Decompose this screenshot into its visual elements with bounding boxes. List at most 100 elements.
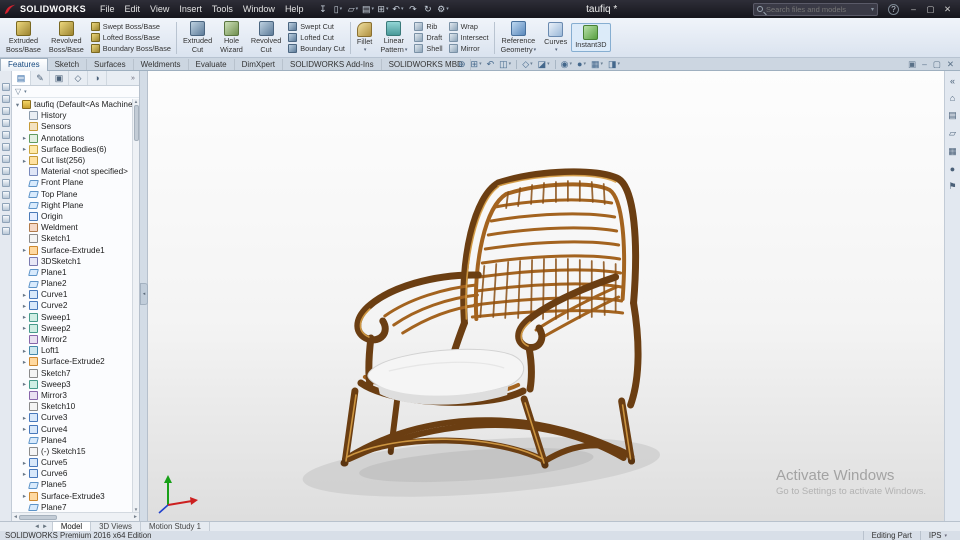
left-toolbar-icon[interactable] xyxy=(1,143,10,151)
tab-solidworks-add-ins[interactable]: SOLIDWORKS Add-Ins xyxy=(283,59,382,70)
taskpane-collapse-icon[interactable]: « xyxy=(950,76,955,86)
expand-caret-icon[interactable]: ▸ xyxy=(20,492,29,500)
extruded-cut-button[interactable]: Extruded Cut xyxy=(179,19,216,57)
filter-dropdown-icon[interactable]: ▾ xyxy=(24,89,27,95)
undo-icon[interactable]: ↶ ▾ xyxy=(390,4,405,15)
appearances-scenes-icon[interactable]: ● xyxy=(950,164,955,174)
hide-show-items-icon[interactable]: ◉ ▾ xyxy=(561,59,572,70)
scrollbar-thumb[interactable] xyxy=(18,514,57,520)
dimxpertmanager-tab[interactable]: ◇ xyxy=(69,71,88,85)
panel-collapse-icon[interactable]: ◂ xyxy=(140,282,148,305)
help-icon[interactable]: ? xyxy=(888,3,899,15)
left-toolbar-icon[interactable] xyxy=(1,119,10,127)
tree-item[interactable]: Mirror3 xyxy=(13,390,139,401)
tree-item[interactable]: Plane5 xyxy=(13,479,139,490)
tree-item[interactable]: ▸ Sweep2 xyxy=(13,323,139,334)
tree-item[interactable]: Mirror2 xyxy=(13,334,139,345)
left-toolbar-icon[interactable] xyxy=(1,83,10,91)
menu-item[interactable]: Tools xyxy=(207,4,238,14)
dropdown-arrow-icon[interactable]: ▾ xyxy=(364,47,367,53)
tree-item[interactable]: ▸ Sweep1 xyxy=(13,312,139,323)
tree-item[interactable]: History xyxy=(13,110,139,121)
tab-weldments[interactable]: Weldments xyxy=(134,59,189,70)
tree-item[interactable]: Sketch1 xyxy=(13,233,139,244)
scroll-left-icon[interactable]: ◄ xyxy=(13,514,18,520)
expand-caret-icon[interactable]: ▸ xyxy=(20,291,29,299)
shell-button[interactable]: Shell xyxy=(414,44,443,53)
open-icon[interactable]: ▱ ▾ xyxy=(345,4,360,15)
minimize-button[interactable]: ‒ xyxy=(905,4,922,15)
left-toolbar-icon[interactable] xyxy=(1,203,10,211)
file-explorer-icon[interactable]: ▱ xyxy=(949,128,956,139)
tree-item[interactable]: ▸ Loft1 xyxy=(13,345,139,356)
lofted-boss-base-button[interactable]: Lofted Boss/Base xyxy=(90,33,171,42)
tree-item[interactable]: 3DSketch1 xyxy=(13,256,139,267)
wrap-button[interactable]: Wrap xyxy=(448,22,489,31)
tree-item[interactable]: ▸ Sweep3 xyxy=(13,379,139,390)
tree-item[interactable]: ▸ Surface-Extrude1 xyxy=(13,244,139,255)
search-box[interactable]: ▾ xyxy=(752,2,878,16)
boundary-boss-base-button[interactable]: Boundary Boss/Base xyxy=(90,44,171,53)
tree-vertical-scrollbar[interactable]: ▲ ▼ xyxy=(132,99,139,512)
close-button[interactable]: ✕ xyxy=(939,4,956,15)
tree-item[interactable]: ▸ Curve1 xyxy=(13,289,139,300)
instant3d-button[interactable]: Instant3D xyxy=(571,23,611,52)
expand-caret-icon[interactable]: ▸ xyxy=(20,380,29,388)
panel-splitter[interactable]: ◂ xyxy=(140,71,148,521)
edit-appearance-icon[interactable]: ● ▾ xyxy=(577,59,586,69)
tree-item[interactable]: Plane7 xyxy=(13,502,139,512)
tab-surfaces[interactable]: Surfaces xyxy=(87,59,134,70)
tree-item[interactable]: Plane4 xyxy=(13,435,139,446)
mirror-button[interactable]: Mirror xyxy=(448,44,489,53)
menu-item[interactable]: Insert xyxy=(174,4,207,14)
expand-caret-icon[interactable]: ▸ xyxy=(20,347,29,355)
tree-item[interactable]: (-) Sketch15 xyxy=(13,446,139,457)
expand-caret-icon[interactable]: ▸ xyxy=(20,358,29,366)
maximize-button[interactable]: ▢ xyxy=(922,4,939,15)
scroll-down-icon[interactable]: ▼ xyxy=(134,507,138,512)
chair-3d-model[interactable] xyxy=(148,71,944,521)
tree-item[interactable]: Sketch10 xyxy=(13,401,139,412)
tab-scroll-left-icon[interactable]: ◄ xyxy=(34,524,40,530)
left-toolbar-icon[interactable] xyxy=(1,179,10,187)
boundary-cut-button[interactable]: Boundary Cut xyxy=(288,44,345,53)
tab-dimxpert[interactable]: DimXpert xyxy=(235,59,283,70)
tree-item[interactable]: ▸ Annotations xyxy=(13,133,139,144)
solidworks-resources-icon[interactable]: ⌂ xyxy=(950,93,955,103)
tree-item[interactable]: ▸ Curve6 xyxy=(13,468,139,479)
filter-icon[interactable]: ▽ xyxy=(15,87,21,96)
expand-caret-icon[interactable]: ▸ xyxy=(20,157,29,165)
dropdown-arrow-icon[interactable]: ▾ xyxy=(555,47,558,53)
view-settings-icon[interactable]: ◨ ▾ xyxy=(608,59,620,70)
tree-item[interactable]: ▸ Curve3 xyxy=(13,412,139,423)
design-library-icon[interactable]: ▤ xyxy=(948,110,957,121)
displaymanager-tab[interactable]: ◑ xyxy=(88,71,107,85)
dropdown-arrow-icon[interactable]: ▾ xyxy=(405,47,408,53)
tree-horizontal-scrollbar[interactable]: ◄ ► xyxy=(12,512,139,521)
doc-restore-icon[interactable]: ▢ xyxy=(933,59,941,70)
expand-caret-icon[interactable]: ▸ xyxy=(20,414,29,422)
zoom-area-icon[interactable]: ⊞ ▾ xyxy=(471,59,482,70)
print-icon[interactable]: ⊞ ▾ xyxy=(375,4,390,15)
tree-item[interactable]: ▸ Curve2 xyxy=(13,300,139,311)
featuremanager-tab[interactable]: ▤ xyxy=(12,71,31,85)
curves-button[interactable]: Curves ▾ xyxy=(540,20,571,55)
left-toolbar-icon[interactable] xyxy=(1,227,10,235)
fillet-button[interactable]: Fillet ▾ xyxy=(353,20,376,55)
tree-item[interactable]: Sensors xyxy=(13,121,139,132)
scroll-up-icon[interactable]: ▲ xyxy=(134,99,138,104)
apply-scene-icon[interactable]: ▦ ▾ xyxy=(591,59,603,70)
units-dropdown-icon[interactable]: ▾ xyxy=(944,533,947,539)
save-icon[interactable]: ▤ ▾ xyxy=(360,4,375,15)
lofted-cut-button[interactable]: Lofted Cut xyxy=(288,33,345,42)
expand-caret-icon[interactable]: ▸ xyxy=(20,134,29,142)
doc-minimize-icon[interactable]: ‒ xyxy=(922,59,927,69)
tree-item[interactable]: ▸ Surface Bodies(6) xyxy=(13,144,139,155)
view-orientation-icon[interactable]: ◇ ▾ xyxy=(522,59,532,70)
left-toolbar-icon[interactable] xyxy=(1,167,10,175)
tab-3d-views[interactable]: 3D Views xyxy=(91,522,141,531)
tree-item[interactable]: Front Plane xyxy=(13,177,139,188)
revolved-cut-button[interactable]: Revolved Cut xyxy=(247,19,285,57)
tab-features[interactable]: Features xyxy=(0,58,48,71)
view-palette-icon[interactable]: ▦ xyxy=(948,146,957,157)
